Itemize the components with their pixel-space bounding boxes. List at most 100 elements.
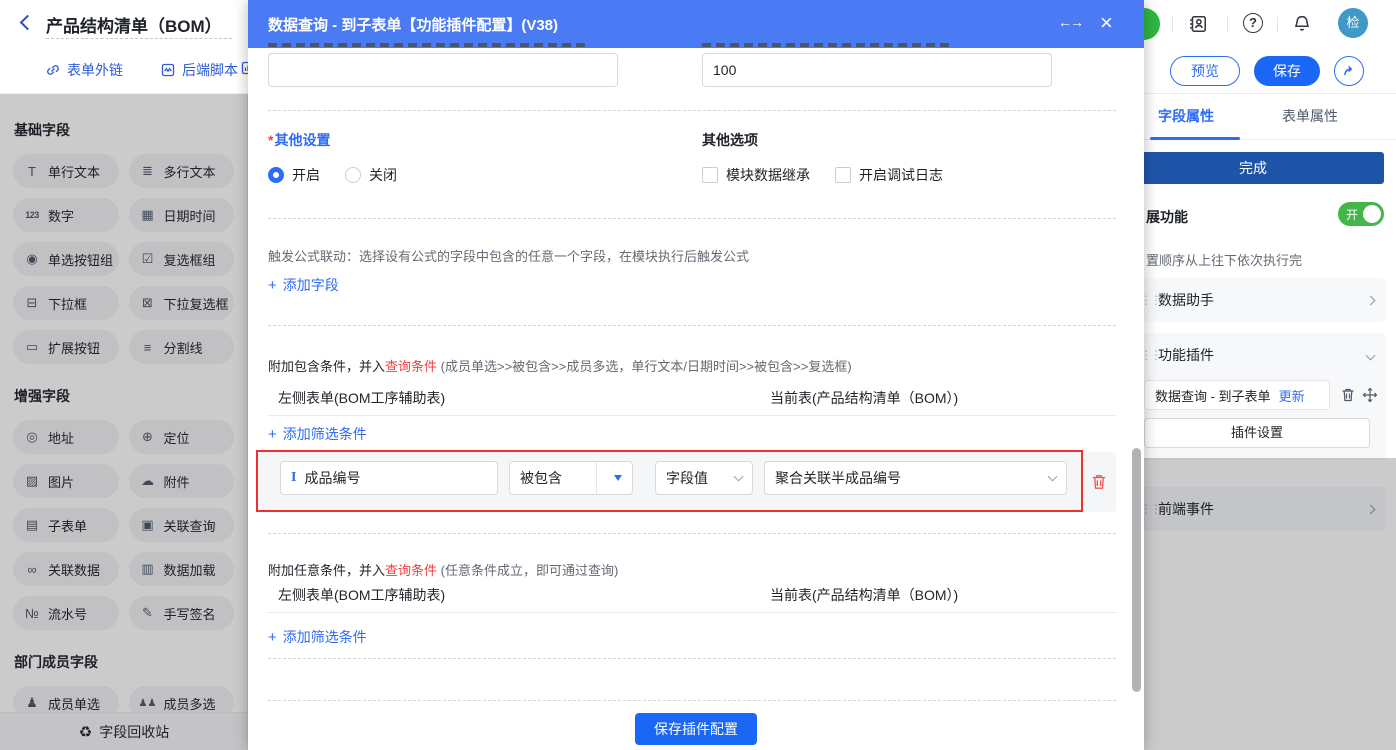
add-filter-condition-link[interactable]: + 添加筛选条件 <box>268 627 367 647</box>
properties-tabs: 字段属性 表单属性 <box>1120 94 1396 140</box>
save-button[interactable]: 保存 <box>1254 56 1320 86</box>
modal-mask-right <box>1120 458 1396 750</box>
condition-operator-select[interactable]: 被包含 <box>509 461 633 495</box>
plugin-settings-button[interactable]: 插件设置 <box>1144 418 1370 448</box>
filter-condition-row: I 成品编号 被包含 字段值 聚合关联半成品编号 <box>258 452 1116 512</box>
contact-book-icon[interactable] <box>1188 14 1208 34</box>
current-form-label: 当前表(产品结构清单（BOM）) <box>770 585 958 605</box>
left-form-label: 左侧表单(BOM工序辅助表) <box>278 388 445 408</box>
dashed-divider <box>268 658 1116 659</box>
condition-field-input[interactable]: I 成品编号 <box>280 461 498 495</box>
plugin-config-modal: 数据查询 - 到子表单【功能插件配置】(V38) ←→ × *其他设置 其他选项… <box>248 0 1144 750</box>
dashed-divider <box>268 110 1116 111</box>
chevron-down-icon <box>1366 350 1376 360</box>
clipped-label-fragment <box>268 43 588 47</box>
query-condition-link[interactable]: 查询条件 <box>385 563 437 578</box>
current-form-label: 当前表(产品结构清单（BOM）) <box>770 388 958 408</box>
radio-disable[interactable]: 关闭 <box>345 165 397 185</box>
extension-toggle[interactable]: 开 <box>1338 202 1384 226</box>
plugin-name: 数据查询 - 到子表单 <box>1155 386 1271 405</box>
toggle-on-label: 开 <box>1346 206 1358 223</box>
toolbar-item-label: 后端脚本 <box>182 60 238 80</box>
resize-arrows-icon[interactable]: ←→ <box>1058 14 1082 30</box>
checkbox-icon <box>702 167 718 183</box>
query-limit-input[interactable] <box>702 53 1052 87</box>
form-external-link-button[interactable]: 表单外链 <box>45 60 123 80</box>
condition-value-select[interactable]: 聚合关联半成品编号 <box>764 461 1067 495</box>
preview-button[interactable]: 预览 <box>1170 56 1240 86</box>
move-icon <box>1362 387 1378 403</box>
card-header[interactable]: ⋮⋮ 数据助手 <box>1128 278 1386 322</box>
plugin-update-link[interactable]: 更新 <box>1279 386 1305 405</box>
chevron-right-icon <box>1366 295 1376 305</box>
modal-mask-left <box>0 94 248 750</box>
modal-header[interactable]: 数据查询 - 到子表单【功能插件配置】(V38) ←→ × <box>248 0 1144 48</box>
back-icon[interactable] <box>20 15 36 31</box>
page-title: 产品结构清单（BOM） <box>46 12 222 37</box>
divider <box>1227 17 1228 32</box>
link-icon <box>45 62 61 78</box>
dashed-divider <box>268 218 1116 219</box>
dashed-divider <box>268 325 1116 326</box>
backend-script-button[interactable]: 后端脚本 <box>160 60 238 80</box>
divider <box>268 415 1116 416</box>
card-header[interactable]: ⋮⋮ 功能插件 <box>1128 333 1386 377</box>
title-edit-underline <box>46 38 232 39</box>
divider <box>1172 17 1173 32</box>
text-field-icon: I <box>291 470 296 486</box>
left-form-label: 左侧表单(BOM工序辅助表) <box>278 585 445 605</box>
notification-bell-icon[interactable] <box>1292 14 1312 34</box>
divider <box>1277 17 1278 32</box>
tab-form-properties[interactable]: 表单属性 <box>1282 106 1338 126</box>
card-function-plugin: ⋮⋮ 功能插件 数据查询 - 到子表单 更新 插件设置 <box>1128 333 1386 460</box>
divider <box>596 462 597 494</box>
done-button[interactable]: 完成 <box>1122 152 1384 184</box>
share-arrow-icon <box>1341 63 1357 79</box>
plus-icon: + <box>268 277 277 294</box>
toggle-knob <box>1363 205 1381 223</box>
include-condition-intro: 附加包含条件，并入查询条件 (成员单选>>被包含>>成员多选，单行文本/日期时间… <box>268 356 852 375</box>
dashed-divider <box>268 533 1116 534</box>
radio-enable[interactable]: 开启 <box>268 165 320 185</box>
active-tab-underline <box>1150 137 1240 140</box>
share-button[interactable] <box>1334 56 1364 86</box>
delete-condition-button[interactable] <box>1090 473 1108 491</box>
query-source-input[interactable] <box>268 53 618 87</box>
chevron-down-icon <box>734 472 744 482</box>
modal-title: 数据查询 - 到子表单【功能插件配置】(V38) <box>268 14 558 35</box>
help-icon[interactable]: ? <box>1243 13 1263 33</box>
radio-selected-icon <box>268 167 284 183</box>
chevron-down-icon <box>1048 472 1058 482</box>
toolbar-item-label: 表单外链 <box>67 60 123 80</box>
condition-value-type-select[interactable]: 字段值 <box>655 461 753 495</box>
card-data-assistant: ⋮⋮ 数据助手 <box>1128 278 1386 322</box>
plus-icon: + <box>268 426 277 443</box>
save-plugin-config-button[interactable]: 保存插件配置 <box>635 713 757 745</box>
close-icon[interactable]: × <box>1100 9 1113 37</box>
radio-unselected-icon <box>345 167 361 183</box>
tab-field-properties[interactable]: 字段属性 <box>1158 106 1214 126</box>
checkbox-module-inherit[interactable]: 模块数据继承 <box>702 165 810 185</box>
required-asterisk: * <box>268 132 273 148</box>
other-settings-label: *其他设置 <box>268 130 330 150</box>
plus-icon: + <box>268 629 277 646</box>
trash-icon <box>1090 473 1108 491</box>
app-root: 产品结构清单（BOM） ? 检 表单外链 后端脚本 预览 保存 <box>0 0 1396 750</box>
checkbox-debug-log[interactable]: 开启调试日志 <box>835 165 943 185</box>
plugin-delete-button[interactable] <box>1340 387 1356 403</box>
add-field-link[interactable]: + 添加字段 <box>268 275 339 295</box>
query-condition-link[interactable]: 查询条件 <box>385 359 437 374</box>
script-icon <box>160 62 176 78</box>
modal-scrollbar-thumb[interactable] <box>1132 448 1141 692</box>
checkbox-icon <box>835 167 851 183</box>
execution-order-hint: 置顺序从上往下依次执行完 <box>1146 250 1302 269</box>
plugin-name-box[interactable]: 数据查询 - 到子表单 更新 <box>1144 380 1330 410</box>
any-condition-intro: 附加任意条件，并入查询条件 (任意条件成立，即可通过查询) <box>268 560 618 579</box>
divider <box>268 612 1116 613</box>
user-avatar[interactable]: 检 <box>1338 8 1368 38</box>
plugin-move-button[interactable] <box>1362 387 1378 403</box>
extension-feature-label: 展功能 <box>1146 207 1188 227</box>
trash-icon <box>1340 387 1356 403</box>
add-filter-condition-link[interactable]: + 添加筛选条件 <box>268 424 367 444</box>
triangle-down-icon <box>614 475 622 481</box>
